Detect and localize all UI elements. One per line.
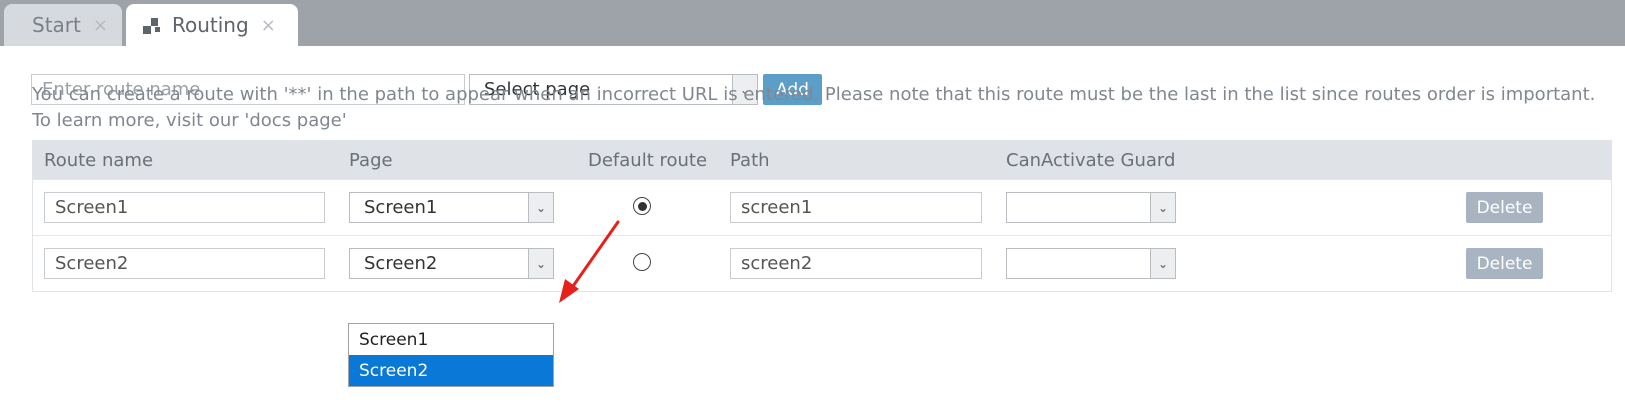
header-path: Path xyxy=(730,149,770,171)
page-select-value: Screen1 xyxy=(364,197,438,218)
info-text: You can create a route with '**' in the … xyxy=(32,84,1596,131)
tab-bar: Start × Routing × xyxy=(0,0,1625,46)
tab-routing-label: Routing xyxy=(172,13,249,37)
routes-table: Route name Page Default route Path CanAc… xyxy=(32,140,1612,292)
default-route-radio[interactable] xyxy=(633,197,651,215)
tab-routing[interactable]: Routing × xyxy=(126,4,298,46)
delete-button[interactable]: Delete xyxy=(1466,248,1543,279)
chevron-down-icon[interactable]: ⌄ xyxy=(528,193,553,222)
chevron-down-icon[interactable]: ⌄ xyxy=(528,249,553,278)
tab-start-label: Start xyxy=(32,13,81,37)
header-page: Page xyxy=(349,149,393,171)
default-route-radio[interactable] xyxy=(633,253,651,271)
path-field[interactable]: screen2 xyxy=(730,248,982,279)
chevron-down-icon[interactable]: ⌄ xyxy=(1150,193,1175,222)
table-header: Route name Page Default route Path CanAc… xyxy=(33,141,1611,179)
close-icon[interactable]: × xyxy=(261,15,276,36)
routing-icon xyxy=(140,14,162,36)
header-canactivate-guard: CanActivate Guard xyxy=(1006,149,1176,171)
dropdown-option-screen2[interactable]: Screen2 xyxy=(349,355,553,386)
page-select[interactable]: Screen2 ⌄ xyxy=(349,248,554,279)
guard-select[interactable]: ⌄ xyxy=(1006,192,1176,223)
page-select-value: Screen2 xyxy=(364,253,438,274)
route-name-field[interactable]: Screen2 xyxy=(44,248,325,279)
route-name-field[interactable]: Screen1 xyxy=(44,192,325,223)
table-row: Screen2 Screen2 ⌄ screen2 ⌄ Delete xyxy=(33,235,1611,292)
header-route-name: Route name xyxy=(44,149,154,171)
table-row: Screen1 Screen1 ⌄ screen1 ⌄ Delete xyxy=(33,179,1611,236)
dropdown-option-screen1[interactable]: Screen1 xyxy=(349,324,553,355)
path-field[interactable]: screen1 xyxy=(730,192,982,223)
page-dropdown-list: Screen1 Screen2 xyxy=(348,323,554,387)
guard-select[interactable]: ⌄ xyxy=(1006,248,1176,279)
chevron-down-icon[interactable]: ⌄ xyxy=(1150,249,1175,278)
close-icon[interactable]: × xyxy=(93,15,108,36)
tab-start[interactable]: Start × xyxy=(4,4,122,46)
delete-button[interactable]: Delete xyxy=(1466,192,1543,223)
page-select[interactable]: Screen1 ⌄ xyxy=(349,192,554,223)
header-default-route: Default route xyxy=(588,149,708,171)
